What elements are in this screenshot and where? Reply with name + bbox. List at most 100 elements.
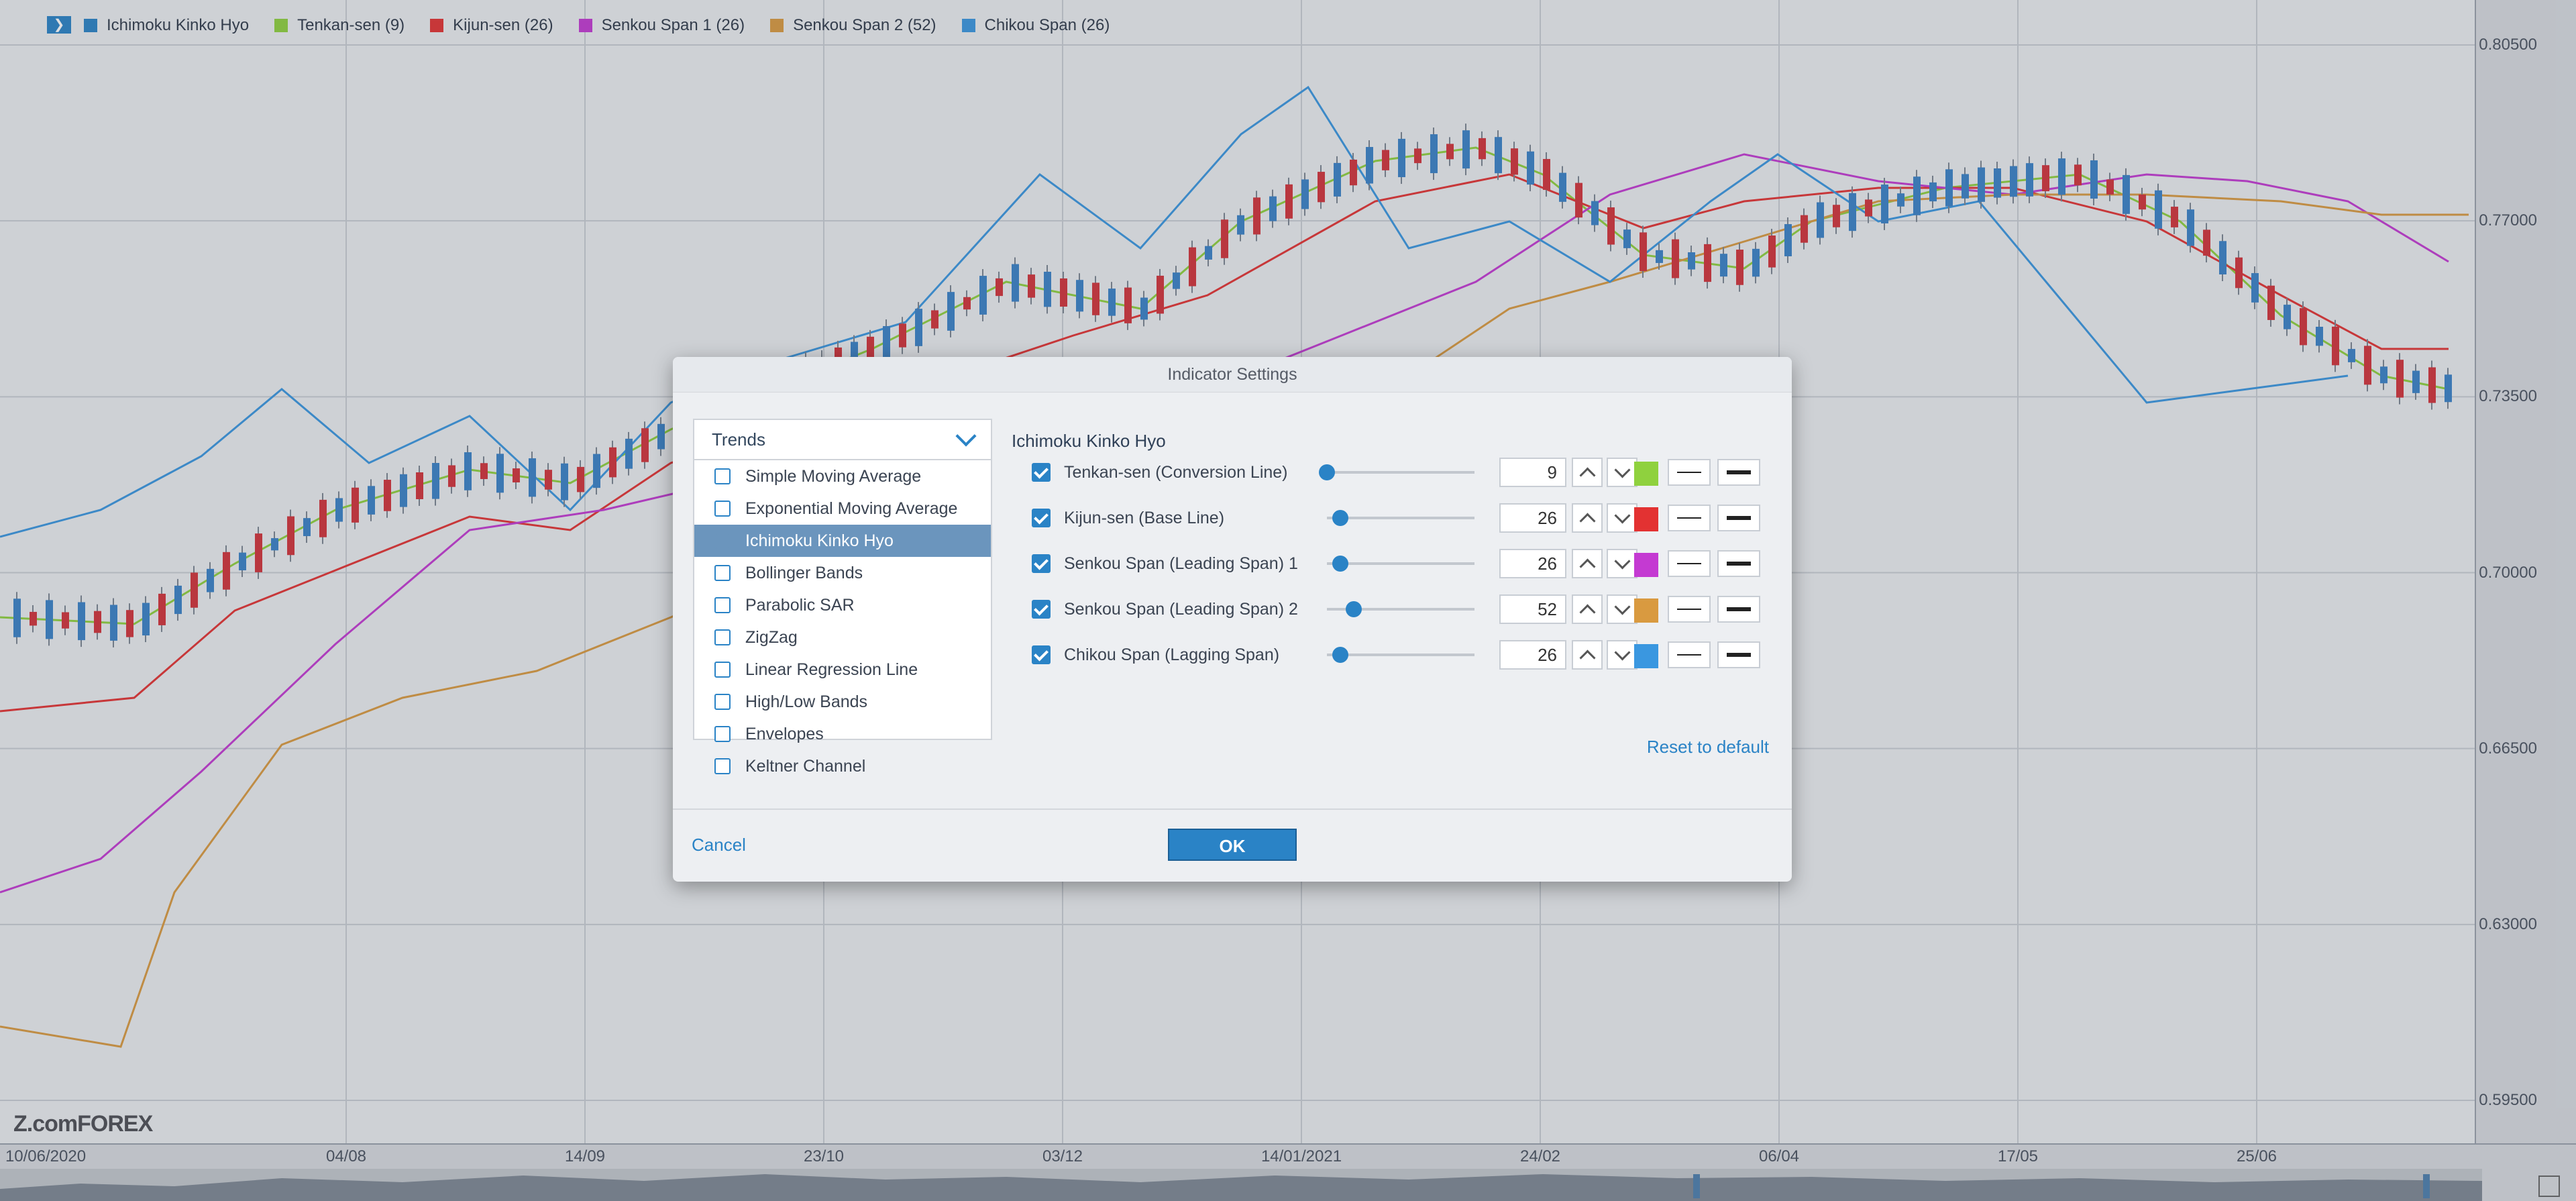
chevron-up-icon[interactable] — [1572, 594, 1603, 624]
list-item-selected[interactable]: Ichimoku Kinko Hyo — [694, 525, 991, 557]
slider-knob[interactable] — [1332, 556, 1348, 572]
color-swatch[interactable] — [1634, 507, 1658, 531]
period-slider[interactable] — [1327, 510, 1474, 526]
checkbox-checked[interactable] — [1032, 645, 1051, 664]
cancel-button[interactable]: Cancel — [692, 835, 746, 855]
checkbox[interactable] — [714, 694, 731, 710]
indicator-label: ZigZag — [745, 627, 798, 647]
reset-to-default-link[interactable]: Reset to default — [1647, 737, 1769, 758]
list-item[interactable]: High/Low Bands — [694, 686, 991, 718]
indicator-label: Parabolic SAR — [745, 595, 855, 615]
candle-body — [2058, 158, 2065, 195]
checkbox[interactable] — [714, 565, 731, 581]
period-input[interactable]: 26 — [1499, 640, 1566, 670]
ok-button[interactable]: OK — [1168, 829, 1297, 861]
thick-line-option[interactable] — [1717, 596, 1760, 623]
scroll-handle-right[interactable] — [2423, 1174, 2430, 1198]
x-tick-label: 25/06 — [2236, 1147, 2277, 1165]
legend-swatch-icon — [430, 19, 444, 32]
thin-line-option[interactable] — [1668, 550, 1711, 577]
period-slider[interactable] — [1327, 601, 1474, 617]
checkbox[interactable] — [714, 468, 731, 484]
candle-body — [303, 518, 311, 537]
resize-icon[interactable] — [2538, 1176, 2560, 1197]
chevron-up-icon[interactable] — [1572, 640, 1603, 670]
checkbox[interactable] — [714, 758, 731, 774]
chevron-up-icon[interactable] — [1572, 458, 1603, 487]
thin-line-option[interactable] — [1668, 505, 1711, 531]
legend-item: Ichimoku Kinko Hyo — [84, 16, 249, 35]
thin-line-option[interactable] — [1668, 459, 1711, 486]
candle-body — [1607, 207, 1615, 245]
checkbox[interactable] — [714, 726, 731, 742]
checkbox[interactable] — [714, 501, 731, 517]
y-tick-label: 0.70000 — [2479, 563, 2537, 582]
chevron-down-icon[interactable] — [1607, 549, 1638, 578]
chevron-right-icon[interactable]: ❯ — [47, 16, 71, 34]
thick-line-option[interactable] — [1717, 641, 1760, 668]
checkbox-checked[interactable] — [1032, 463, 1051, 482]
candle-body — [2348, 349, 2355, 362]
x-tick-label: 24/02 — [1519, 1147, 1561, 1165]
candle-body — [1962, 174, 1969, 199]
period-input[interactable]: 26 — [1499, 503, 1566, 533]
list-item[interactable]: ZigZag — [694, 621, 991, 654]
period-slider[interactable] — [1327, 556, 1474, 572]
brand-logo: Z.comFOREX — [13, 1111, 153, 1137]
candle-body — [1559, 172, 1566, 202]
chevron-down-icon[interactable] — [1607, 458, 1638, 487]
candle-body — [2090, 160, 2098, 199]
timeline-scrollbar[interactable] — [0, 1169, 2482, 1201]
color-swatch[interactable] — [1634, 644, 1658, 668]
thick-line-option[interactable] — [1717, 505, 1760, 531]
list-item[interactable]: Keltner Channel — [694, 750, 991, 782]
color-swatch[interactable] — [1634, 462, 1658, 486]
candle-body — [1205, 246, 1212, 260]
color-swatch[interactable] — [1634, 553, 1658, 577]
thin-line-option[interactable] — [1668, 641, 1711, 668]
period-slider[interactable] — [1319, 464, 1474, 480]
period-input[interactable]: 26 — [1499, 549, 1566, 578]
thin-line-option[interactable] — [1668, 596, 1711, 623]
period-slider[interactable] — [1327, 647, 1474, 663]
list-item[interactable]: Exponential Moving Average — [694, 492, 991, 525]
slider-knob[interactable] — [1346, 601, 1362, 617]
list-item[interactable]: Simple Moving Average — [694, 460, 991, 492]
checkbox[interactable] — [714, 597, 731, 613]
checkbox-checked[interactable] — [1032, 509, 1051, 527]
indicator-label: Ichimoku Kinko Hyo — [745, 531, 894, 550]
thick-line-option[interactable] — [1717, 459, 1760, 486]
checkbox[interactable] — [714, 533, 731, 549]
chevron-down-icon[interactable] — [1607, 503, 1638, 533]
x-tick-label: 14/01/2021 — [1260, 1147, 1342, 1165]
list-item[interactable]: Bollinger Bands — [694, 557, 991, 589]
chevron-up-icon[interactable] — [1572, 503, 1603, 533]
category-dropdown[interactable]: Trends — [694, 420, 991, 460]
indicator-list: Trends Simple Moving Average Exponential… — [693, 419, 992, 776]
list-item[interactable]: Parabolic SAR — [694, 589, 991, 621]
slider-knob[interactable] — [1319, 464, 1335, 480]
chevron-down-icon[interactable] — [1607, 640, 1638, 670]
checkbox-checked[interactable] — [1032, 600, 1051, 619]
slider-knob[interactable] — [1332, 510, 1348, 526]
scroll-handle-left[interactable] — [1693, 1174, 1700, 1198]
chevron-up-icon[interactable] — [1572, 549, 1603, 578]
candle-body — [1479, 138, 1486, 160]
checkbox-checked[interactable] — [1032, 554, 1051, 573]
checkbox[interactable] — [714, 662, 731, 678]
thick-line-option[interactable] — [1717, 550, 1760, 577]
period-input[interactable]: 52 — [1499, 594, 1566, 624]
period-input[interactable]: 9 — [1499, 458, 1566, 487]
candle-body — [2284, 305, 2291, 329]
checkbox[interactable] — [714, 629, 731, 645]
list-item[interactable]: Envelopes — [694, 718, 991, 750]
list-item[interactable]: Linear Regression Line — [694, 654, 991, 686]
chevron-down-icon[interactable] — [1607, 594, 1638, 624]
setting-label: Chikou Span (Lagging Span) — [1064, 645, 1280, 664]
color-swatch[interactable] — [1634, 598, 1658, 623]
candle-body — [529, 458, 536, 497]
indicator-label: Envelopes — [745, 724, 824, 743]
candle-body — [1704, 244, 1711, 282]
slider-knob[interactable] — [1332, 647, 1348, 663]
candle-body — [2396, 360, 2404, 398]
